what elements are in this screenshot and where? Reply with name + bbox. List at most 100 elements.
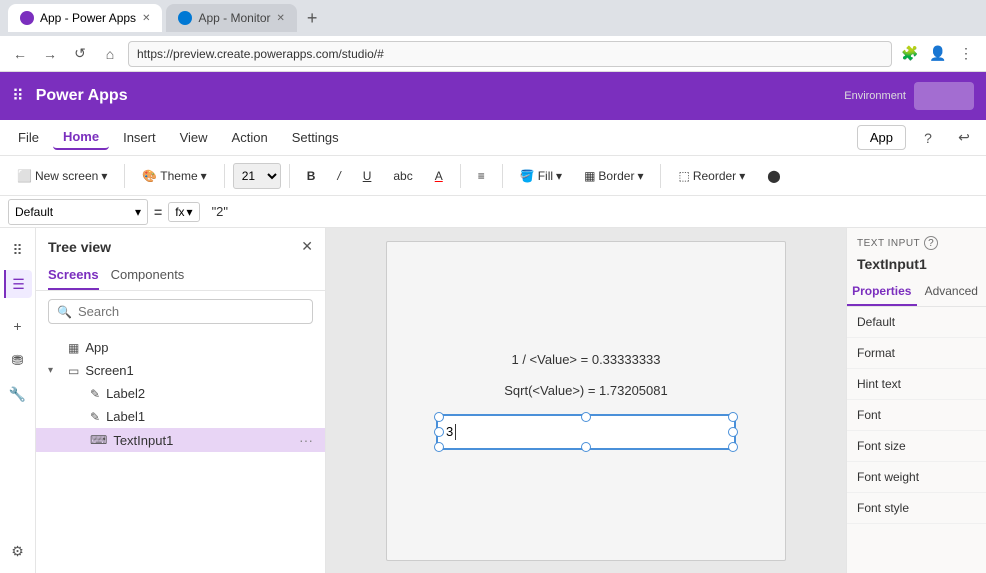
theme-icon: 🎨 bbox=[142, 169, 157, 183]
property-chevron: ▾ bbox=[135, 205, 141, 219]
fill-label: Fill bbox=[538, 169, 553, 183]
tree-panel: Tree view ✕ Screens Components 🔍 ▦ App ▾… bbox=[36, 228, 326, 573]
tab-monitor[interactable]: App - Monitor ✕ bbox=[166, 4, 296, 32]
italic-button[interactable]: / bbox=[328, 165, 349, 187]
back-button[interactable]: ← bbox=[8, 42, 32, 66]
new-screen-button[interactable]: ⬜ New screen ▾ bbox=[8, 165, 116, 187]
sidebar-icon-layers[interactable]: ☰ bbox=[4, 270, 32, 298]
sidebar-icon-add[interactable]: + bbox=[4, 312, 32, 340]
address-bar[interactable] bbox=[128, 41, 892, 67]
new-screen-chevron: ▾ bbox=[101, 169, 107, 183]
align-button[interactable]: ≡ bbox=[469, 165, 494, 187]
font-color-button[interactable]: A bbox=[426, 165, 452, 187]
tree-tab-screens[interactable]: Screens bbox=[48, 261, 99, 290]
fx-button[interactable]: fx ▾ bbox=[168, 202, 199, 222]
fill-button[interactable]: 🪣 Fill ▾ bbox=[511, 165, 571, 187]
home-button[interactable]: ⌂ bbox=[98, 42, 122, 66]
profile-button[interactable]: 👤 bbox=[926, 42, 950, 66]
tab-power-apps[interactable]: App - Power Apps ✕ bbox=[8, 4, 162, 32]
separator-1 bbox=[124, 164, 125, 188]
browser-nav: ← → ↺ ⌂ 🧩 👤 ⋮ bbox=[0, 36, 986, 72]
help-icon-circle[interactable]: ? bbox=[924, 236, 938, 250]
right-panel-tabs: Properties Advanced bbox=[847, 278, 986, 307]
prop-font-weight[interactable]: Font weight bbox=[847, 462, 986, 493]
canvas-content: 1 / <Value> = 0.33333333 Sqrt(<Value>) =… bbox=[386, 241, 786, 561]
bold-button[interactable]: B bbox=[298, 165, 325, 187]
tree-item-label1[interactable]: ✎ Label1 bbox=[36, 405, 325, 428]
tree-item-screen1[interactable]: ▾ ▭ Screen1 bbox=[36, 359, 325, 382]
resize-handle-bottom[interactable] bbox=[581, 442, 591, 452]
sidebar-icon-tools[interactable]: 🔧 bbox=[4, 380, 32, 408]
forward-button[interactable]: → bbox=[38, 42, 62, 66]
tree-header: Tree view ✕ bbox=[36, 228, 325, 261]
menu-home[interactable]: Home bbox=[53, 125, 109, 150]
sidebar-icon-database[interactable]: ⛃ bbox=[4, 346, 32, 374]
screen1-label: Screen1 bbox=[85, 363, 313, 378]
menu-file[interactable]: File bbox=[8, 126, 49, 149]
property-dropdown[interactable]: Default ▾ bbox=[8, 199, 148, 225]
tree-item-textinput1[interactable]: ⌨ TextInput1 ··· bbox=[36, 428, 325, 452]
refresh-button[interactable]: ↺ bbox=[68, 42, 92, 66]
right-panel: TEXT INPUT ? TextInput1 Properties Advan… bbox=[846, 228, 986, 573]
strikethrough-button[interactable]: abc bbox=[384, 165, 421, 187]
tree-item-label2[interactable]: ✎ Label2 bbox=[36, 382, 325, 405]
border-label: Border bbox=[598, 169, 634, 183]
resize-handle-left[interactable] bbox=[434, 427, 444, 437]
tab-label-power-apps: App - Power Apps bbox=[40, 11, 136, 25]
sidebar-icon-grid[interactable]: ⠿ bbox=[4, 236, 32, 264]
undo-icon[interactable]: ↩ bbox=[950, 124, 978, 152]
resize-handle-right[interactable] bbox=[728, 427, 738, 437]
app-label: App bbox=[85, 340, 313, 355]
tree-items: ▦ App ▾ ▭ Screen1 ✎ Label2 ✎ Label bbox=[36, 332, 325, 573]
fill-chevron: ▾ bbox=[556, 169, 562, 183]
textinput1-more-button[interactable]: ··· bbox=[299, 432, 313, 448]
reorder-button[interactable]: ⬚ Reorder ▾ bbox=[669, 165, 754, 187]
app-icon: ▦ bbox=[68, 341, 79, 355]
tab-close-power-apps[interactable]: ✕ bbox=[142, 13, 150, 24]
app-button[interactable]: App bbox=[857, 125, 906, 150]
menu-view[interactable]: View bbox=[170, 126, 218, 149]
prop-format[interactable]: Format bbox=[847, 338, 986, 369]
tree-close-button[interactable]: ✕ bbox=[301, 238, 313, 255]
font-size-select[interactable]: 21 bbox=[233, 163, 281, 189]
app-grid-icon[interactable]: ⠿ bbox=[12, 86, 24, 106]
menu-settings[interactable]: Settings bbox=[282, 126, 349, 149]
resize-handle-top-left[interactable] bbox=[434, 412, 444, 422]
text-input-control[interactable]: 3 bbox=[436, 414, 736, 450]
prop-font-size[interactable]: Font size bbox=[847, 431, 986, 462]
tab-close-monitor[interactable]: ✕ bbox=[276, 13, 284, 24]
prop-default[interactable]: Default bbox=[847, 307, 986, 338]
fx-label: fx bbox=[175, 205, 184, 219]
resize-handle-bottom-left[interactable] bbox=[434, 442, 444, 452]
menu-insert[interactable]: Insert bbox=[113, 126, 166, 149]
prop-font[interactable]: Font bbox=[847, 400, 986, 431]
textinput1-icon: ⌨ bbox=[90, 433, 107, 447]
tree-item-app[interactable]: ▦ App bbox=[36, 336, 325, 359]
theme-button[interactable]: 🎨 Theme ▾ bbox=[133, 165, 215, 187]
browser-chrome: App - Power Apps ✕ App - Monitor ✕ + bbox=[0, 0, 986, 36]
border-button[interactable]: ▦ Border ▾ bbox=[575, 165, 652, 187]
app-logo-text: Power Apps bbox=[36, 87, 128, 105]
resize-handle-bottom-right[interactable] bbox=[728, 442, 738, 452]
avatar-bar[interactable] bbox=[914, 82, 974, 110]
right-panel-props: Default Format Hint text Font Font size … bbox=[847, 307, 986, 573]
reorder-icon: ⬚ bbox=[678, 169, 689, 183]
new-tab-button[interactable]: + bbox=[307, 8, 318, 29]
align-objects-button[interactable]: ⬤ bbox=[758, 165, 789, 187]
tab-properties[interactable]: Properties bbox=[847, 278, 917, 306]
menu-button[interactable]: ⋮ bbox=[954, 42, 978, 66]
tree-tab-components[interactable]: Components bbox=[111, 261, 185, 290]
underline-button[interactable]: U bbox=[354, 165, 381, 187]
resize-handle-top[interactable] bbox=[581, 412, 591, 422]
resize-handle-top-right[interactable] bbox=[728, 412, 738, 422]
separator-3 bbox=[289, 164, 290, 188]
menu-action[interactable]: Action bbox=[222, 126, 278, 149]
extensions-button[interactable]: 🧩 bbox=[898, 42, 922, 66]
sidebar-icon-settings[interactable]: ⚙ bbox=[4, 537, 32, 565]
tab-advanced[interactable]: Advanced bbox=[917, 278, 986, 306]
prop-hint-text[interactable]: Hint text bbox=[847, 369, 986, 400]
help-icon[interactable]: ? bbox=[914, 124, 942, 152]
formula-value: "2" bbox=[206, 204, 978, 219]
search-input[interactable] bbox=[78, 304, 304, 319]
prop-font-style[interactable]: Font style bbox=[847, 493, 986, 524]
